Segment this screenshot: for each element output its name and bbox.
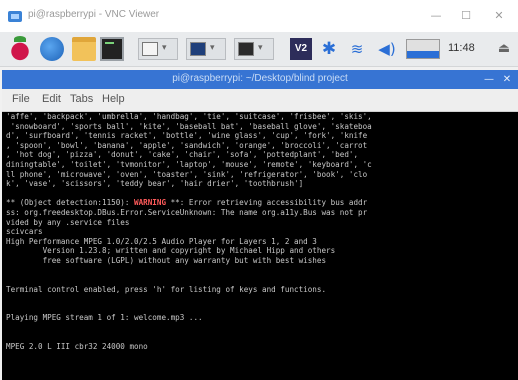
bluetooth-icon[interactable]: ✱ bbox=[320, 37, 338, 61]
output-line: Version 1.23.8; written and copyright by… bbox=[6, 246, 336, 256]
output-line: High Performance MPEG 1.0/2.0/2.5 Audio … bbox=[6, 236, 317, 246]
warning-line: ** (Object detection:1150): WARNING **: … bbox=[6, 198, 518, 208]
terminal-menubar: File Edit Tabs Help bbox=[2, 89, 518, 112]
menu-edit[interactable]: Edit bbox=[42, 93, 61, 105]
output-line: ll phone', 'microwave', 'oven', 'toaster… bbox=[6, 169, 368, 179]
desktop-panel: ▾ ▾ ▾ V2 ✱ ≋ ◀) 11:48 ⏏ bbox=[0, 32, 518, 67]
screen: pi@raspberrypi - VNC Viewer — ☐ ✕ ▾ ▾ ▾ … bbox=[0, 0, 518, 380]
output-line: Terminal control enabled, press 'h' for … bbox=[6, 284, 327, 294]
output-line: ss: org.freedesktop.DBus.Error.ServiceUn… bbox=[6, 207, 368, 217]
warning-prefix: ** (Object detection:1150): bbox=[6, 198, 135, 208]
menu-tabs[interactable]: Tabs bbox=[70, 93, 93, 105]
output-line: k', 'vase', 'scissors', 'teddy bear', 'h… bbox=[6, 179, 304, 189]
output-block-after: ss: org.freedesktop.DBus.Error.ServiceUn… bbox=[6, 208, 518, 352]
menu-help[interactable]: Help bbox=[102, 93, 125, 105]
vnc-close-button[interactable]: ✕ bbox=[488, 7, 510, 25]
chevron-down-icon: ▾ bbox=[210, 43, 215, 53]
eject-icon[interactable]: ⏏ bbox=[494, 38, 514, 60]
terminal-minimize-button[interactable]: — bbox=[482, 72, 496, 87]
vnc-app-icon bbox=[8, 11, 22, 22]
window-thumbnail-icon bbox=[142, 42, 158, 56]
taskbar-button-1[interactable]: ▾ bbox=[138, 38, 178, 60]
vnc-tray-icon[interactable]: V2 bbox=[290, 38, 312, 60]
output-line: MPEG 2.0 L III cbr32 24000 mono bbox=[6, 342, 148, 352]
chevron-down-icon: ▾ bbox=[162, 43, 167, 53]
window-thumbnail-icon bbox=[190, 42, 206, 56]
output-line: Playing MPEG stream 1 of 1: welcome.mp3 … bbox=[6, 313, 203, 323]
terminal-icon[interactable] bbox=[100, 37, 124, 61]
taskbar-button-2[interactable]: ▾ bbox=[186, 38, 226, 60]
terminal-window: pi@raspberrypi: ~/Desktop/blind project … bbox=[2, 70, 518, 380]
output-line: d', 'surfboard', 'tennis racket', 'bottl… bbox=[6, 131, 368, 141]
terminal-title: pi@raspberrypi: ~/Desktop/blind project bbox=[172, 73, 348, 84]
output-line: , 'hot dog', 'pizza', 'donut', 'cake', '… bbox=[6, 150, 359, 160]
output-block-before: 'affe', 'backpack', 'umbrella', 'handbag… bbox=[6, 112, 518, 198]
wifi-icon[interactable]: ≋ bbox=[346, 37, 368, 61]
warning-suffix: **: Error retrieving accessibility bus a… bbox=[166, 198, 368, 208]
terminal-thumbnail-icon bbox=[238, 42, 254, 56]
raspberry-menu-icon[interactable] bbox=[8, 36, 32, 61]
chevron-down-icon: ▾ bbox=[258, 43, 263, 53]
output-line: 'affe', 'backpack', 'umbrella', 'handbag… bbox=[6, 112, 372, 121]
panel-clock[interactable]: 11:48 bbox=[448, 42, 475, 54]
globe-icon[interactable] bbox=[40, 37, 64, 61]
output-line: vided by any .service files bbox=[6, 217, 130, 227]
menu-file[interactable]: File bbox=[12, 93, 30, 105]
output-line: diningtable', 'toilet', 'tvmonitor', 'la… bbox=[6, 159, 372, 169]
vnc-minimize-button[interactable]: — bbox=[425, 7, 447, 25]
output-line: free software (LGPL) without any warrant… bbox=[6, 255, 327, 265]
folder-icon[interactable] bbox=[72, 37, 96, 61]
cpu-monitor-icon bbox=[406, 39, 440, 59]
vnc-viewer-titlebar: pi@raspberrypi - VNC Viewer — ☐ ✕ bbox=[0, 0, 518, 33]
volume-icon[interactable]: ◀) bbox=[376, 37, 398, 61]
output-line: 'snowboard', 'sports ball', 'kite', 'bas… bbox=[6, 121, 372, 131]
terminal-close-button[interactable]: ✕ bbox=[500, 72, 514, 87]
terminal-titlebar[interactable]: pi@raspberrypi: ~/Desktop/blind project … bbox=[2, 70, 518, 89]
vnc-window-title: pi@raspberrypi - VNC Viewer bbox=[28, 9, 160, 20]
warning-label: WARNING bbox=[134, 198, 167, 208]
vnc-maximize-button[interactable]: ☐ bbox=[455, 7, 477, 25]
output-line: scivcars bbox=[6, 227, 43, 237]
taskbar-button-3[interactable]: ▾ bbox=[234, 38, 274, 60]
output-line: , 'spoon', 'bowl', 'banana', 'apple', 's… bbox=[6, 140, 368, 150]
terminal-output[interactable]: 'affe', 'backpack', 'umbrella', 'handbag… bbox=[2, 112, 518, 380]
